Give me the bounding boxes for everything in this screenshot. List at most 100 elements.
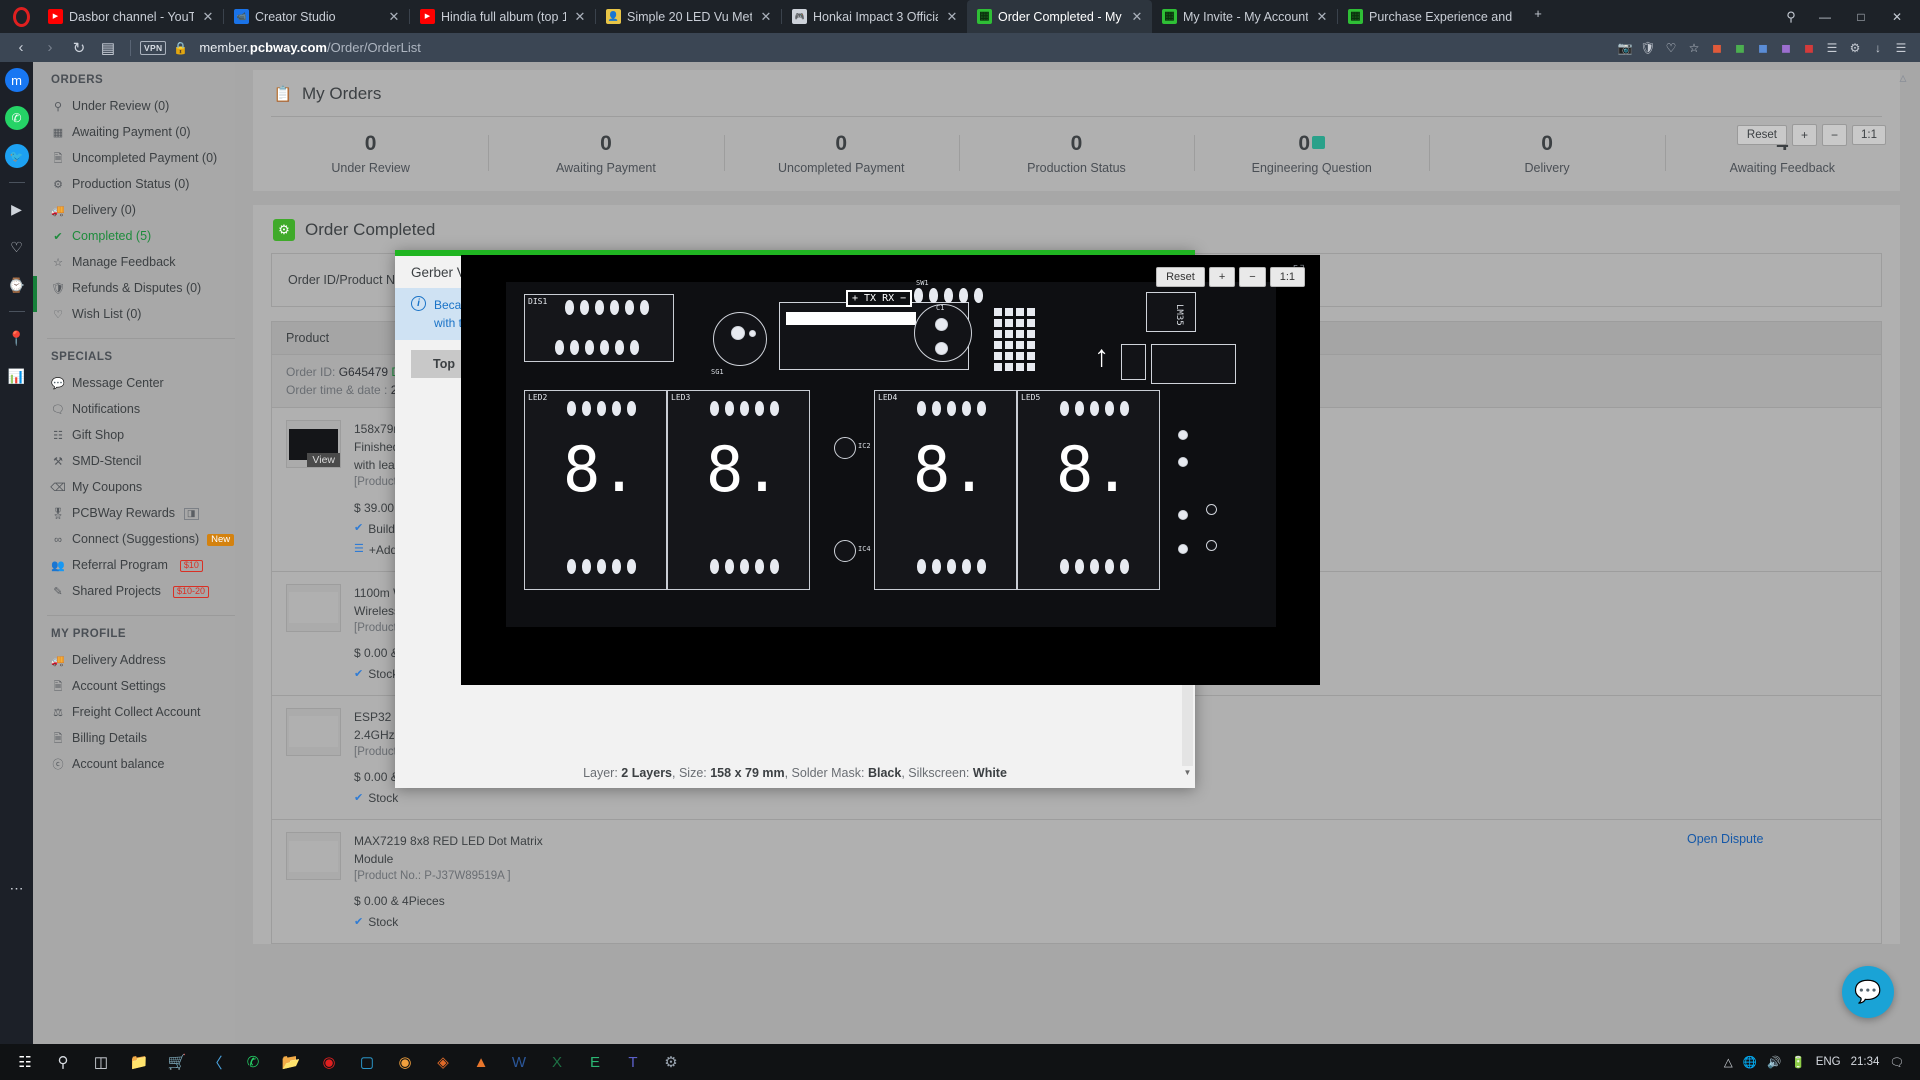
close-icon[interactable]: ✕ xyxy=(758,9,774,25)
sidebar-item-completed[interactable]: ✔ Completed (5) xyxy=(33,224,235,250)
chrome-icon[interactable]: ◉ xyxy=(386,1044,424,1080)
browser-tab[interactable]: Purchase Experience and S xyxy=(1338,0,1523,33)
new-tab-button[interactable]: + xyxy=(1523,0,1553,26)
scroll-top-icon[interactable]: ▵ xyxy=(1892,66,1914,88)
whatsapp-icon[interactable]: ✆ xyxy=(4,106,29,130)
sidebar-item-my-coupons[interactable]: ⌫ My Coupons xyxy=(33,475,235,501)
extension-red2-icon[interactable]: ◼ xyxy=(1798,37,1820,59)
sliders-icon[interactable]: ☰ xyxy=(1821,37,1843,59)
teams-icon[interactable]: T xyxy=(614,1044,652,1080)
browser-tab[interactable]: Creator Studio ✕ xyxy=(224,0,409,33)
vpn-badge[interactable]: VPN xyxy=(140,40,167,55)
sidebar-item-delivery[interactable]: 🚚 Delivery (0) xyxy=(33,198,235,224)
sidebar-item-referral-program[interactable]: 👥 Referral Program $10 xyxy=(33,553,235,579)
product-thumbnail[interactable] xyxy=(286,832,341,880)
back-arrow-icon[interactable]: ‹ xyxy=(8,36,34,60)
twitter-icon[interactable]: 🐦 xyxy=(4,144,29,168)
browser-tab-active[interactable]: Order Completed - My Acc ✕ xyxy=(967,0,1152,33)
player-icon[interactable]: ▶ xyxy=(5,197,29,221)
product-thumbnail[interactable] xyxy=(286,583,341,632)
pcb-reset-button[interactable]: Reset xyxy=(1156,267,1205,287)
close-icon[interactable]: ✕ xyxy=(572,9,588,25)
close-icon[interactable]: ✕ xyxy=(386,9,402,25)
pcb-zoom-out-button[interactable]: − xyxy=(1239,267,1266,287)
sidebar-item-awaiting-payment[interactable]: ▦ Awaiting Payment (0) xyxy=(33,120,235,146)
extension-green-icon[interactable]: ◼ xyxy=(1729,37,1751,59)
tab-grid-icon[interactable]: ▤ xyxy=(95,36,121,60)
notification-center-icon[interactable]: 🗨 xyxy=(1889,1055,1904,1069)
sidebar-item-shared-projects[interactable]: ✎ Shared Projects $10-20 xyxy=(33,579,235,605)
sidebar-item-account-balance[interactable]: ⓒ Account balance xyxy=(33,752,235,778)
stat-delivery[interactable]: 0 Delivery xyxy=(1429,131,1664,175)
windows-icon[interactable]: ☷ xyxy=(6,1044,44,1080)
sidebar-item-message-center[interactable]: 💬 Message Center xyxy=(33,371,235,397)
lock-icon[interactable]: 🔒 xyxy=(173,41,188,55)
tray-chevron-icon[interactable]: △ xyxy=(1724,1055,1733,1069)
puzzle-icon[interactable]: ⚙ xyxy=(1844,37,1866,59)
pin-icon[interactable]: 📍 xyxy=(5,326,29,350)
extension-purple-icon[interactable]: ◼ xyxy=(1775,37,1797,59)
chat-bubble-icon[interactable]: 💬 xyxy=(1842,966,1894,1018)
menu-icon[interactable]: ☰ xyxy=(1890,37,1912,59)
store-icon[interactable]: 🛒 xyxy=(158,1044,196,1080)
close-window-button[interactable]: ✕ xyxy=(1880,0,1914,33)
close-icon[interactable]: ✕ xyxy=(1314,9,1330,25)
sidebar-item-account-settings[interactable]: 🗎 Account Settings xyxy=(33,674,235,700)
heart-icon[interactable]: ♡ xyxy=(5,235,29,259)
search-icon[interactable]: ⚲ xyxy=(44,1044,82,1080)
sidebar-item-connect-suggestions[interactable]: ∞ Connect (Suggestions) New xyxy=(33,527,235,553)
clock[interactable]: 21:34 xyxy=(1851,1056,1880,1068)
browser-tab[interactable]: Hindia full album (top 13 la ✕ xyxy=(410,0,595,33)
language-indicator[interactable]: ENG xyxy=(1816,1056,1841,1068)
sidebar-item-under-review[interactable]: ⚲ Under Review (0) xyxy=(33,94,235,120)
shield-icon[interactable]: 🛡 xyxy=(1637,37,1659,59)
extension-blue-icon[interactable]: ◼ xyxy=(1752,37,1774,59)
sidebar-item-uncompleted-payment[interactable]: 🗎 Uncompleted Payment (0) xyxy=(33,146,235,172)
open-dispute-link[interactable]: Open Dispute xyxy=(1687,832,1763,846)
heart-outline-icon[interactable]: ♡ xyxy=(1660,37,1682,59)
whatsapp-icon[interactable]: ✆ xyxy=(234,1044,272,1080)
sidebar-item-pcbway-rewards[interactable]: 🎖 PCBWay Rewards ◨ xyxy=(33,501,235,527)
camera-icon[interactable]: 📷 xyxy=(1614,37,1636,59)
pcb-gerber-canvas[interactable]: ⛶ DIS1 SG1 xyxy=(461,255,1320,685)
sidebar-item-production-status[interactable]: ⚙ Production Status (0) xyxy=(33,172,235,198)
forward-arrow-icon[interactable]: › xyxy=(37,36,63,60)
sidebar-item-gift-shop[interactable]: ☷ Gift Shop xyxy=(33,423,235,449)
battery-icon[interactable]: 🔋 xyxy=(1791,1055,1805,1069)
view-button[interactable]: View xyxy=(307,453,340,468)
opera-icon[interactable]: ◉ xyxy=(310,1044,348,1080)
stat-under-review[interactable]: 0 Under Review xyxy=(253,131,488,175)
vlc-icon[interactable]: ▲ xyxy=(462,1044,500,1080)
pcb-zoom-in-button[interactable]: + xyxy=(1208,267,1236,287)
folder-icon[interactable]: 📂 xyxy=(272,1044,310,1080)
stats-icon[interactable]: 📊 xyxy=(5,364,29,388)
history-icon[interactable]: ⌚ xyxy=(5,273,29,297)
sidebar-item-delivery-address[interactable]: 🚚 Delivery Address xyxy=(33,648,235,674)
firefox-icon[interactable]: ◈ xyxy=(424,1044,462,1080)
sidebar-item-manage-feedback[interactable]: ☆ Manage Feedback xyxy=(33,250,235,276)
zoom-out-button[interactable]: − xyxy=(1821,124,1847,146)
browser-tab[interactable]: My Invite - My Account - P ✕ xyxy=(1152,0,1337,33)
steam-icon[interactable]: ⚙ xyxy=(652,1044,690,1080)
sidebar-item-billing-details[interactable]: 🗎 Billing Details xyxy=(33,726,235,752)
taskview-icon[interactable]: ◫ xyxy=(82,1044,120,1080)
sidebar-item-wish-list[interactable]: ♡ Wish List (0) xyxy=(33,302,235,328)
extension-red-icon[interactable]: ◼ xyxy=(1706,37,1728,59)
sidebar-item-smd-stencil[interactable]: ⚒ SMD-Stencil xyxy=(33,449,235,475)
browser-tab[interactable]: Simple 20 LED Vu Meter Us ✕ xyxy=(596,0,781,33)
edge-icon[interactable]: E xyxy=(576,1044,614,1080)
stat-production-status[interactable]: 0 Production Status xyxy=(958,131,1194,175)
close-icon[interactable]: ✕ xyxy=(944,9,960,25)
download-icon[interactable]: ↓ xyxy=(1867,37,1889,59)
close-icon[interactable]: ✕ xyxy=(200,9,216,25)
url-text[interactable]: member.pcbway.com/Order/OrderList xyxy=(199,40,421,55)
browser-tab[interactable]: Dasbor channel - YouTube ✕ xyxy=(38,0,223,33)
stat-awaiting-payment[interactable]: 0 Awaiting Payment xyxy=(488,131,723,175)
maximize-button[interactable]: □ xyxy=(1844,0,1878,33)
pcb-fit-button[interactable]: 1:1 xyxy=(1269,267,1305,287)
photoshop-icon[interactable]: ▢ xyxy=(348,1044,386,1080)
word-icon[interactable]: W xyxy=(500,1044,538,1080)
stat-engineering-question[interactable]: 0 Engineering Question xyxy=(1194,131,1429,175)
stat-uncompleted-payment[interactable]: 0 Uncompleted Payment xyxy=(723,131,959,175)
excel-icon[interactable]: X xyxy=(538,1044,576,1080)
